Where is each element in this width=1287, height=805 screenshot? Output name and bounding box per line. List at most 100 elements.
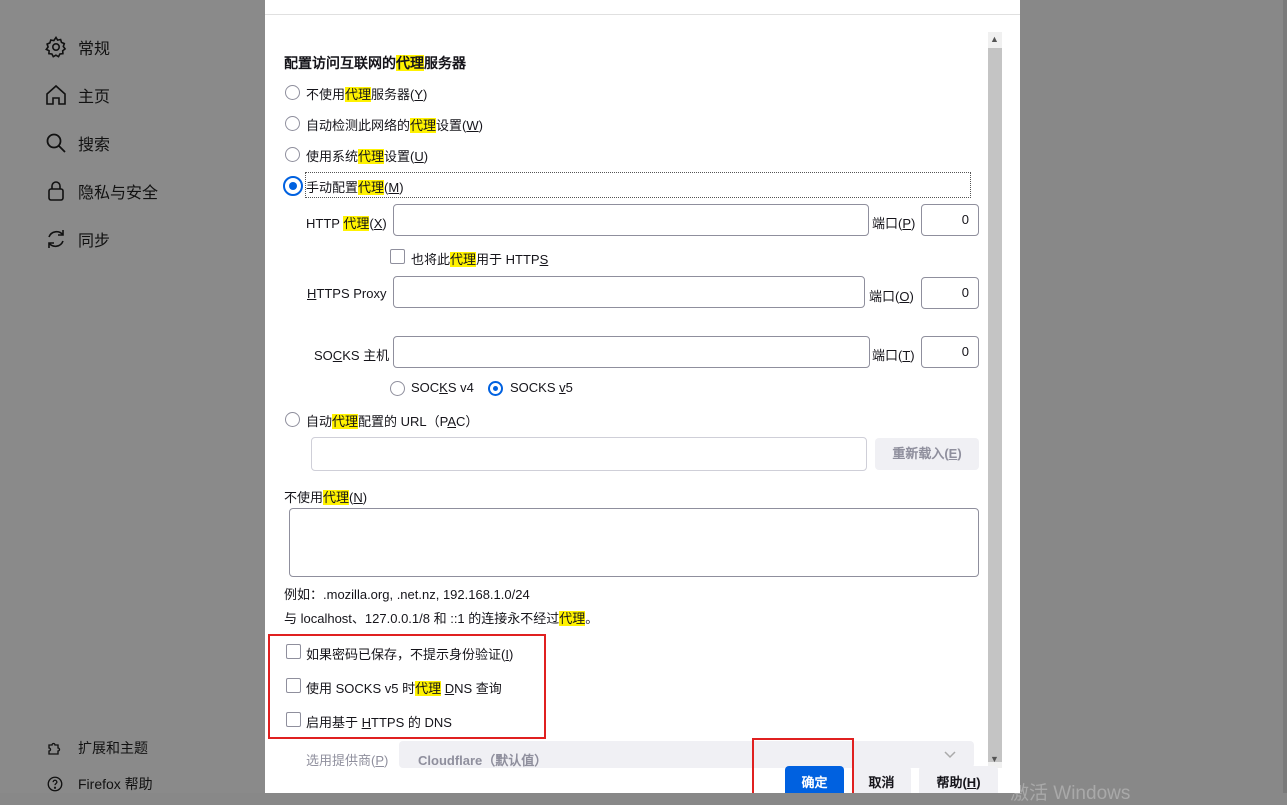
radio-auto-detect[interactable] [285, 116, 300, 131]
label-highlight: 代理 [358, 180, 385, 195]
sidebar-item-label: 扩展和主题 [78, 740, 148, 756]
radio-system-proxy[interactable] [285, 147, 300, 162]
label-text: ) [362, 490, 368, 505]
label-text: 配置的 URL（P [358, 414, 448, 429]
access-key: C [332, 348, 343, 363]
radio-manual-proxy[interactable] [283, 176, 303, 196]
label-highlight: 代理 [323, 490, 350, 505]
access-key: W [466, 118, 479, 133]
dialog-heading: 配置访问互联网的代理服务器 [284, 53, 466, 73]
radio-pac[interactable] [285, 412, 300, 427]
label-highlight: 代理 [343, 216, 370, 231]
also-https-label: 也将此代理用于 HTTPS [411, 249, 548, 268]
divider [265, 14, 1020, 15]
label-highlight: 代理 [410, 118, 437, 133]
background-page [1020, 0, 1287, 793]
label-text: SO [314, 348, 333, 363]
sidebar-item-label: 同步 [78, 233, 111, 250]
sidebar-item-label: 主页 [78, 89, 111, 106]
sidebar-item-label: 常规 [78, 41, 111, 58]
note-highlight: 代理 [559, 611, 586, 626]
provider-select[interactable]: Cloudflare（默认值） [399, 741, 974, 768]
heading-highlight: 代理 [396, 55, 424, 71]
socks-v4-label: SOCKS v4 [411, 380, 474, 395]
sidebar-item-sync[interactable]: 同步 [44, 227, 110, 251]
socks-host-input[interactable] [393, 336, 870, 368]
http-port-input[interactable]: 0 [921, 204, 979, 236]
label-text: 不使用 [306, 87, 346, 102]
sidebar-item-search[interactable]: 搜索 [44, 131, 110, 155]
sidebar-item-privacy[interactable]: 隐私与安全 [44, 179, 158, 203]
sidebar-item-help[interactable]: Firefox 帮助 [46, 774, 153, 794]
button-text: ) [957, 446, 962, 461]
reload-button[interactable]: 重新载入(E) [875, 438, 979, 470]
label-highlight: 代理 [332, 414, 359, 429]
label-highlight: 代理 [345, 87, 372, 102]
annotation-box-ok [752, 738, 854, 793]
button-text: 重新载入( [892, 446, 949, 461]
radio-auto-detect-label: 自动检测此网络的代理设置(W) [306, 115, 483, 134]
socks-port-input[interactable]: 0 [921, 336, 979, 368]
label-text: ) [399, 180, 404, 195]
label-text: 5 [565, 380, 573, 395]
label-text: 自动检测此网络的 [306, 118, 411, 133]
http-port-label: 端口(P) [872, 213, 915, 232]
radio-socks-v5[interactable] [488, 381, 503, 396]
https-port-input[interactable]: 0 [921, 277, 979, 309]
https-proxy-label: HTTPS Proxy [307, 286, 386, 301]
label-text: HTTP [306, 216, 344, 231]
label-text: SOCKS [510, 380, 560, 395]
sidebar-item-home[interactable]: 主页 [44, 83, 110, 107]
provider-label: 选用提供商(P) [306, 750, 388, 769]
label-highlight: 代理 [358, 149, 385, 164]
label-text: ) [909, 289, 914, 304]
search-icon [46, 133, 66, 153]
label-text: 端口( [872, 348, 903, 363]
access-key: P [902, 216, 912, 231]
socks-v5-label: SOCKS v5 [510, 380, 573, 395]
access-key: N [353, 490, 363, 505]
focus-ring [305, 172, 971, 198]
label-text: 设置( [384, 149, 415, 164]
sidebar-item-general[interactable]: 常规 [44, 35, 110, 59]
https-proxy-input[interactable] [393, 276, 865, 308]
label-text: KS 主机 [342, 348, 390, 363]
label-highlight: 代理 [450, 252, 477, 267]
scrollbar-thumb[interactable] [988, 48, 1002, 762]
button-text: 帮助( [936, 775, 967, 790]
sidebar-item-extensions[interactable]: 扩展和主题 [46, 738, 148, 758]
note-text: 。 [585, 611, 599, 626]
activation-watermark: 激活 Windows [1010, 783, 1131, 804]
access-key: S [539, 252, 549, 267]
access-key: P [375, 753, 385, 768]
cancel-button[interactable]: 取消 [852, 766, 911, 793]
label-text: ) [384, 753, 389, 768]
socks-host-label: SOCKS 主机 [314, 345, 389, 364]
radio-socks-v4[interactable] [390, 381, 405, 396]
help-button[interactable]: 帮助(H) [919, 766, 998, 793]
label-text: 手动配置 [306, 180, 359, 195]
chevron-down-icon [944, 751, 956, 759]
example-text: 例如：.mozilla.org, .net.nz, 192.168.1.0/24 [284, 587, 530, 602]
scroll-up-icon[interactable]: ▲ [990, 34, 999, 44]
http-proxy-input[interactable] [393, 204, 869, 236]
scroll-down-icon[interactable]: ▼ [990, 754, 999, 764]
radio-no-proxy[interactable] [285, 85, 300, 100]
pac-url-input[interactable] [311, 437, 867, 471]
puzzle-icon [48, 742, 61, 755]
http-proxy-label: HTTP 代理(X) [306, 213, 387, 232]
dialog-scrollbar[interactable]: ▲ ▼ [988, 32, 1002, 768]
label-text: 也将此 [411, 252, 451, 267]
sync-icon [48, 230, 64, 248]
radio-no-proxy-label: 不使用代理服务器(Y) [306, 84, 427, 103]
access-key: M [388, 180, 400, 195]
help-icon [47, 776, 63, 792]
heading-text: 配置访问互联网的 [284, 55, 396, 71]
access-key: U [414, 149, 424, 164]
no-proxy-textarea[interactable] [289, 508, 979, 577]
also-https-checkbox[interactable] [390, 249, 405, 264]
label-text: S v4 [447, 380, 474, 395]
button-text: ) [976, 775, 981, 790]
label-text: 设置( [436, 118, 467, 133]
gear-icon [45, 36, 67, 58]
